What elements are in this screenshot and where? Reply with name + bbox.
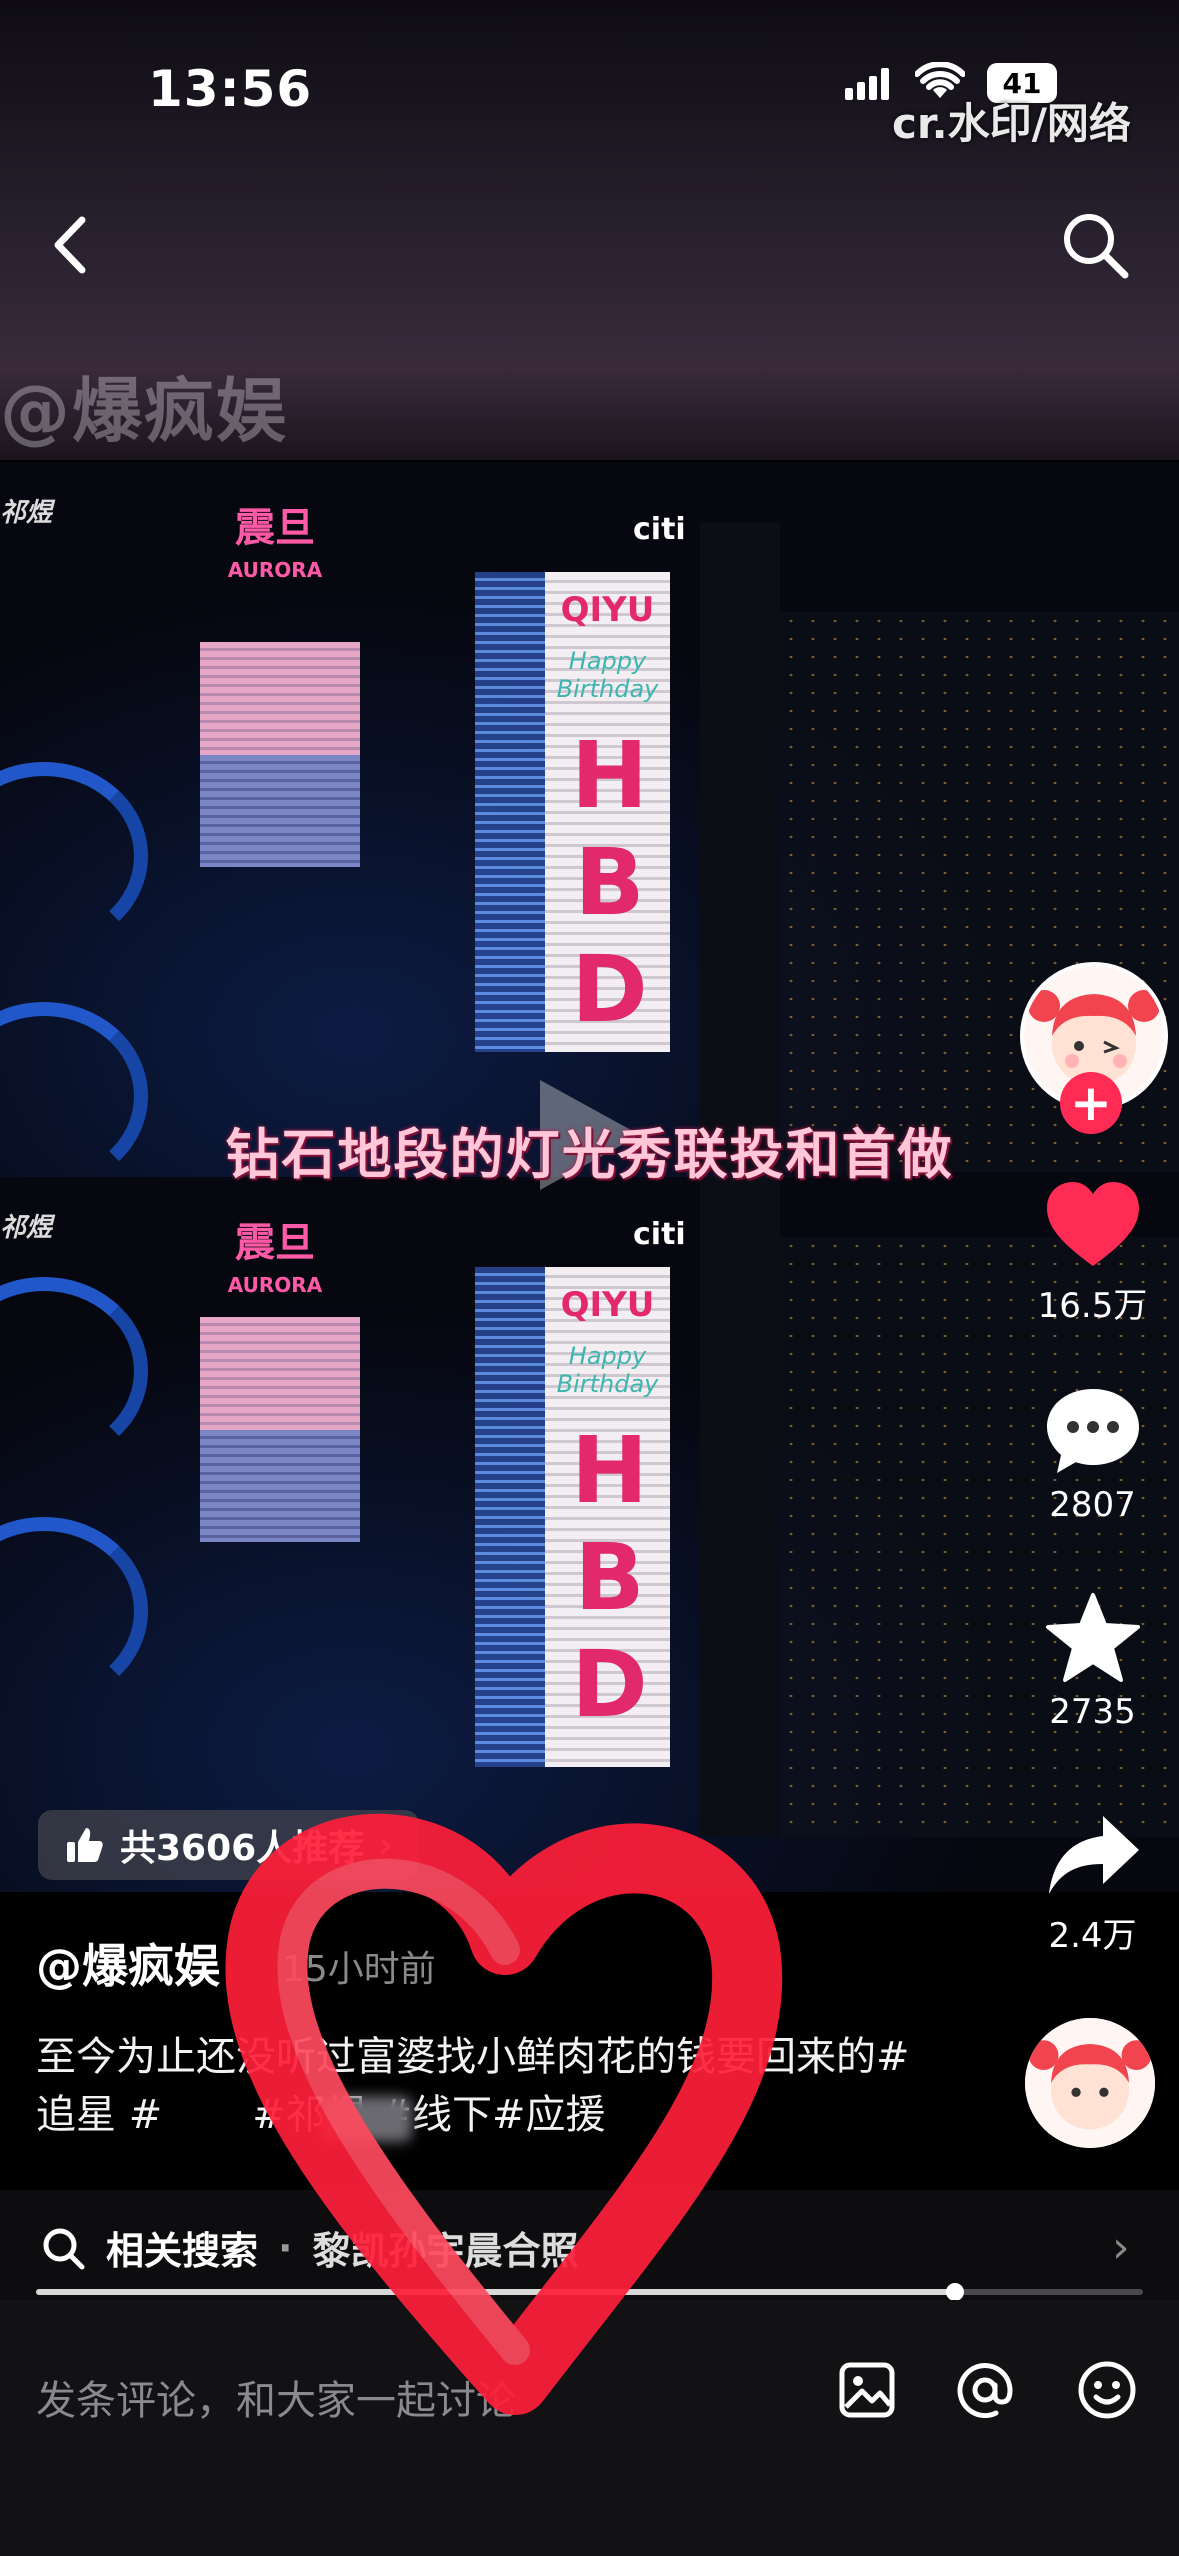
video-overlay-author: @爆疯娱 — [0, 370, 288, 452]
favorite-count: 2735 — [1049, 1692, 1136, 1732]
tower-lights — [475, 1267, 545, 1767]
comment-bar — [0, 2300, 1179, 2556]
billboard-qiyu: QIYU — [560, 1285, 655, 1325]
billboard-hbd: HBD — [556, 722, 663, 1043]
comment-input[interactable]: 发条评论，和大家一起讨论 — [36, 2368, 516, 2426]
video-frame-bottom: 祁煜 震旦 AURORA citi QIYU Happy Birthday HBD — [0, 1177, 1179, 1892]
show-logo: 祁煜 — [0, 1213, 53, 1243]
dome-light — [0, 1517, 148, 1705]
back-button[interactable] — [40, 200, 100, 290]
share-count: 2.4万 — [1048, 1916, 1137, 1956]
skyline-windows — [780, 1237, 1179, 1837]
recommend-pill[interactable]: 共3606人推荐 › — [38, 1810, 420, 1880]
star-icon — [1045, 1593, 1140, 1682]
author-name-link[interactable]: @爆疯娱 — [36, 1930, 220, 1996]
heart-icon — [1046, 1182, 1139, 1266]
signal-icon — [845, 66, 893, 100]
like-count: 16.5万 — [1037, 1286, 1148, 1326]
skyline-tower — [700, 522, 780, 1172]
description-hashtags[interactable]: #祁煜 #线下#应援 — [252, 2092, 605, 2138]
aurora-screen — [200, 1317, 360, 1542]
billboard-happy: Happy Birthday — [556, 647, 659, 703]
comment-icon — [1046, 1389, 1139, 1473]
share-button[interactable]: 2.4万 — [1030, 1810, 1155, 1957]
skyline-tower — [700, 1177, 780, 1837]
thumbs-up-icon — [67, 1828, 103, 1862]
billboard-hbd: HBD — [556, 1417, 663, 1738]
billboard-top: QIYU Happy Birthday HBD — [545, 572, 670, 1052]
post-description: 至今为止还没听过富婆找小鲜肉花的钱要回来的#追星 # #祁煜 #线下#应援 — [36, 2028, 936, 2144]
search-icon — [1064, 214, 1129, 279]
citi-sign: citi — [633, 512, 686, 547]
image-icon — [839, 2362, 895, 2418]
back-icon — [54, 216, 86, 274]
avatar-cartoon-icon — [1025, 2018, 1155, 2148]
recommend-label: 共3606人推荐 — [120, 1828, 365, 1869]
mention-button[interactable] — [950, 2355, 1020, 2425]
image-button[interactable] — [832, 2355, 902, 2425]
status-time: 13:56 — [148, 60, 313, 118]
share-icon — [1048, 1816, 1139, 1894]
related-search-label: 相关搜索 — [106, 2229, 259, 2273]
comment-count: 2807 — [1049, 1485, 1136, 1525]
music-disc-avatar[interactable] — [1025, 2018, 1155, 2148]
watermark-text: cr.水印/网络 — [892, 99, 1131, 148]
show-logo: 祁煜 — [0, 498, 53, 528]
dome-light — [0, 1277, 148, 1465]
video-caption-overlay: 钻石地段的灯光秀联投和首做 — [225, 1123, 954, 1186]
comment-button[interactable]: 2807 — [1030, 1385, 1155, 1525]
billboard-bottom: QIYU Happy Birthday HBD — [545, 1267, 670, 1767]
at-icon — [957, 2363, 1013, 2419]
citi-sign: citi — [633, 1217, 686, 1252]
aurora-sign: 震旦 AURORA — [227, 505, 323, 582]
aurora-sign: 震旦 AURORA — [227, 1220, 323, 1297]
search-button[interactable] — [1055, 205, 1135, 285]
favorite-button[interactable]: 2735 — [1030, 1592, 1155, 1732]
related-search-query: 黎凯孙宇晨合照 — [312, 2229, 579, 2273]
video-progress-fill — [36, 2289, 955, 2295]
related-search[interactable]: 相关搜索 · 黎凯孙宇晨合照 — [40, 2220, 578, 2275]
chevron-right-icon[interactable]: › — [1112, 2222, 1130, 2273]
video-progress-thumb[interactable] — [945, 2283, 964, 2301]
blurred-hashtag — [322, 2096, 412, 2142]
post-time: 15小时前 — [282, 1949, 436, 1990]
emoji-icon — [1078, 2361, 1136, 2419]
search-icon — [43, 2228, 85, 2269]
like-button[interactable]: 16.5万 — [1030, 1180, 1155, 1327]
billboard-qiyu: QIYU — [560, 590, 655, 630]
billboard-happy: Happy Birthday — [556, 1342, 659, 1398]
tower-lights — [475, 572, 545, 1052]
follow-button[interactable]: + — [1060, 1072, 1122, 1134]
emoji-button[interactable] — [1072, 2355, 1142, 2425]
aurora-screen — [200, 642, 360, 867]
recommend-chevron: › — [378, 1824, 394, 1866]
related-search-dot: · — [278, 2225, 293, 2270]
dome-light — [0, 762, 148, 950]
